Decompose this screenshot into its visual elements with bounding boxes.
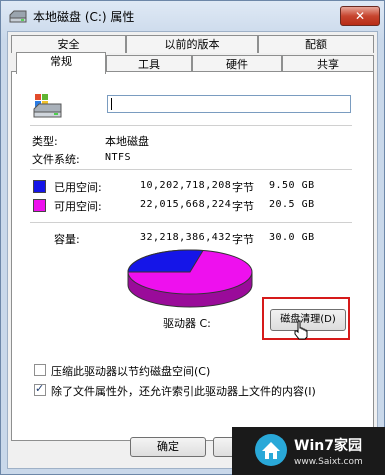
- title-bar: 本地磁盘 (C:) 属性 ✕: [1, 1, 384, 31]
- hand-cursor-icon: [294, 320, 308, 340]
- tab-label: 配额: [305, 38, 327, 51]
- tab-quota[interactable]: 配额: [258, 35, 374, 53]
- volume-name-input[interactable]: [107, 95, 351, 113]
- text-caret: [111, 98, 112, 110]
- index-label: 除了文件属性外，还允许索引此驱动器上文件的内容(I): [51, 385, 316, 398]
- free-space-label: 可用空间:: [54, 200, 102, 213]
- tab-label: 常规: [50, 55, 72, 68]
- capacity-bytes: 32,218,386,432: [140, 232, 232, 243]
- capacity-size: 30.0 GB: [269, 232, 315, 243]
- free-space-swatch: [33, 199, 46, 212]
- tab-label: 安全: [57, 38, 80, 51]
- window-title: 本地磁盘 (C:) 属性: [33, 10, 135, 24]
- disk-usage-pie: [127, 249, 253, 308]
- watermark-logo: Win7家园 www.Saixt.com: [232, 427, 385, 475]
- used-space-unit: 字节: [232, 181, 254, 194]
- drive-icon: [33, 94, 62, 118]
- home-logo-icon: [255, 434, 287, 466]
- type-label: 类型:: [32, 135, 58, 148]
- watermark-brand: Win7家园: [294, 438, 362, 454]
- tab-previous-versions[interactable]: 以前的版本: [126, 35, 258, 53]
- tab-security[interactable]: 安全: [11, 35, 126, 53]
- filesystem-label: 文件系统:: [32, 153, 80, 166]
- type-value: 本地磁盘: [105, 135, 149, 148]
- compress-checkbox[interactable]: [34, 364, 46, 376]
- capacity-unit: 字节: [232, 233, 254, 246]
- used-space-size: 9.50 GB: [269, 180, 315, 191]
- tab-general[interactable]: 常规: [16, 52, 106, 74]
- drive-icon: [9, 10, 27, 23]
- free-space-size: 20.5 GB: [269, 199, 315, 210]
- tab-label: 以前的版本: [164, 38, 220, 51]
- close-icon: ✕: [354, 9, 366, 23]
- filesystem-value: NTFS: [105, 152, 132, 163]
- free-space-bytes: 22,015,668,224: [140, 199, 232, 210]
- ok-button[interactable]: 确定: [130, 437, 206, 457]
- drive-label: 驱动器 C:: [163, 317, 211, 330]
- used-space-swatch: [33, 180, 46, 193]
- watermark-url: www.Saixt.com: [294, 457, 363, 467]
- compress-label: 压缩此驱动器以节约磁盘空间(C): [51, 365, 211, 378]
- free-space-unit: 字节: [232, 200, 254, 213]
- tab-label: 共享: [317, 58, 339, 71]
- capacity-label: 容量:: [54, 233, 80, 246]
- divider: [30, 222, 352, 223]
- divider: [30, 169, 352, 170]
- tab-label: 硬件: [226, 58, 248, 71]
- used-space-bytes: 10,202,718,208: [140, 180, 232, 191]
- divider: [30, 125, 352, 126]
- used-space-label: 已用空间:: [54, 181, 102, 194]
- tab-label: 工具: [138, 58, 160, 71]
- close-button[interactable]: ✕: [340, 6, 380, 26]
- index-checkbox[interactable]: [34, 382, 46, 396]
